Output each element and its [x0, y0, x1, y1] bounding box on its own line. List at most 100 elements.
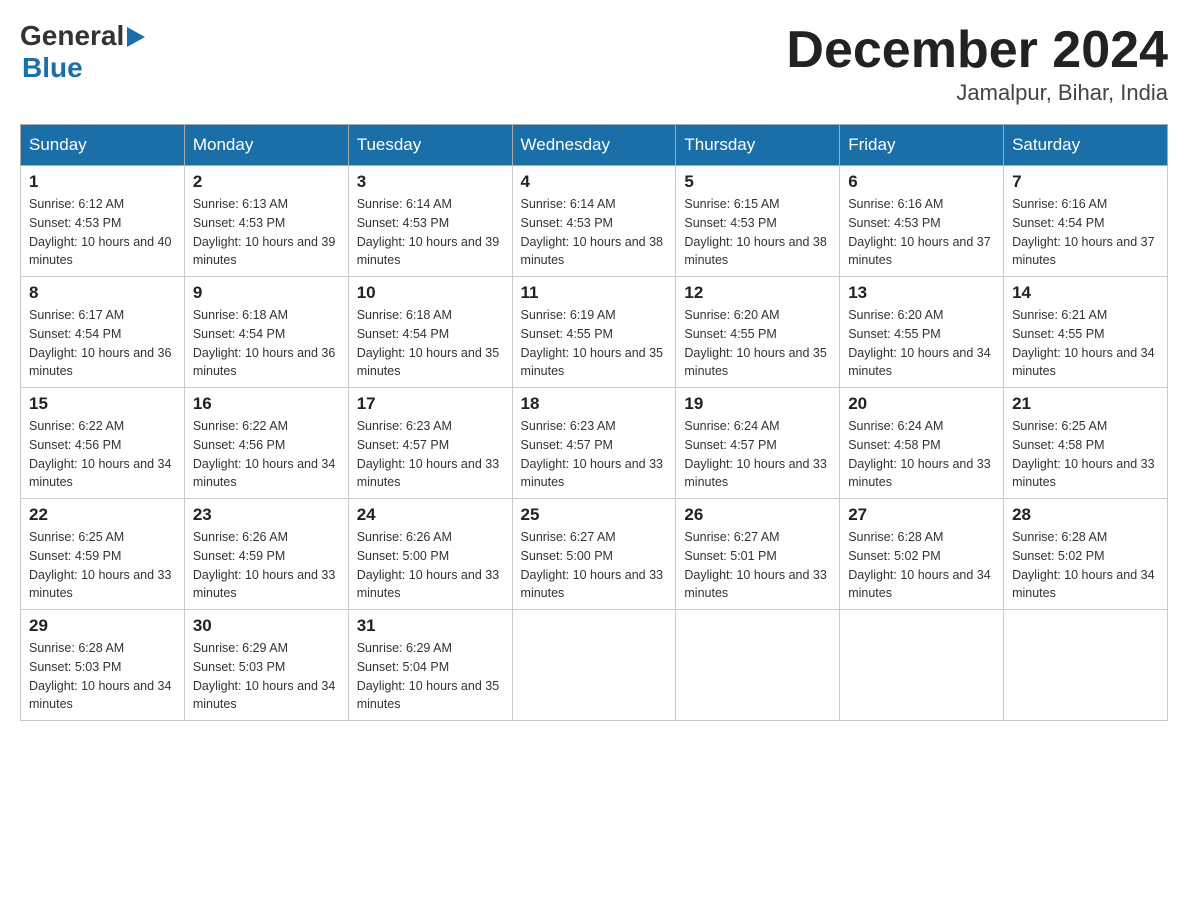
calendar-week-2: 8 Sunrise: 6:17 AM Sunset: 4:54 PM Dayli… — [21, 277, 1168, 388]
col-friday: Friday — [840, 125, 1004, 166]
day-info: Sunrise: 6:29 AM Sunset: 5:03 PM Dayligh… — [193, 639, 340, 714]
day-info: Sunrise: 6:13 AM Sunset: 4:53 PM Dayligh… — [193, 195, 340, 270]
table-row: 3 Sunrise: 6:14 AM Sunset: 4:53 PM Dayli… — [348, 166, 512, 277]
day-number: 20 — [848, 394, 995, 414]
table-row: 7 Sunrise: 6:16 AM Sunset: 4:54 PM Dayli… — [1004, 166, 1168, 277]
day-info: Sunrise: 6:29 AM Sunset: 5:04 PM Dayligh… — [357, 639, 504, 714]
day-info: Sunrise: 6:28 AM Sunset: 5:03 PM Dayligh… — [29, 639, 176, 714]
day-number: 17 — [357, 394, 504, 414]
table-row: 8 Sunrise: 6:17 AM Sunset: 4:54 PM Dayli… — [21, 277, 185, 388]
table-row: 22 Sunrise: 6:25 AM Sunset: 4:59 PM Dayl… — [21, 499, 185, 610]
day-number: 19 — [684, 394, 831, 414]
day-info: Sunrise: 6:27 AM Sunset: 5:00 PM Dayligh… — [521, 528, 668, 603]
table-row: 29 Sunrise: 6:28 AM Sunset: 5:03 PM Dayl… — [21, 610, 185, 721]
table-row: 26 Sunrise: 6:27 AM Sunset: 5:01 PM Dayl… — [676, 499, 840, 610]
table-row: 27 Sunrise: 6:28 AM Sunset: 5:02 PM Dayl… — [840, 499, 1004, 610]
day-info: Sunrise: 6:26 AM Sunset: 4:59 PM Dayligh… — [193, 528, 340, 603]
table-row: 17 Sunrise: 6:23 AM Sunset: 4:57 PM Dayl… — [348, 388, 512, 499]
calendar-week-1: 1 Sunrise: 6:12 AM Sunset: 4:53 PM Dayli… — [21, 166, 1168, 277]
day-info: Sunrise: 6:28 AM Sunset: 5:02 PM Dayligh… — [848, 528, 995, 603]
table-row: 31 Sunrise: 6:29 AM Sunset: 5:04 PM Dayl… — [348, 610, 512, 721]
col-monday: Monday — [184, 125, 348, 166]
day-number: 18 — [521, 394, 668, 414]
calendar-week-5: 29 Sunrise: 6:28 AM Sunset: 5:03 PM Dayl… — [21, 610, 1168, 721]
day-number: 2 — [193, 172, 340, 192]
day-number: 15 — [29, 394, 176, 414]
table-row: 10 Sunrise: 6:18 AM Sunset: 4:54 PM Dayl… — [348, 277, 512, 388]
day-info: Sunrise: 6:24 AM Sunset: 4:57 PM Dayligh… — [684, 417, 831, 492]
day-info: Sunrise: 6:14 AM Sunset: 4:53 PM Dayligh… — [521, 195, 668, 270]
logo-general-text: General — [20, 20, 124, 52]
table-row: 14 Sunrise: 6:21 AM Sunset: 4:55 PM Dayl… — [1004, 277, 1168, 388]
table-row — [1004, 610, 1168, 721]
table-row: 18 Sunrise: 6:23 AM Sunset: 4:57 PM Dayl… — [512, 388, 676, 499]
table-row: 25 Sunrise: 6:27 AM Sunset: 5:00 PM Dayl… — [512, 499, 676, 610]
table-row: 15 Sunrise: 6:22 AM Sunset: 4:56 PM Dayl… — [21, 388, 185, 499]
day-number: 13 — [848, 283, 995, 303]
page-header: General Blue December 2024 Jamalpur, Bih… — [20, 20, 1168, 106]
calendar-week-4: 22 Sunrise: 6:25 AM Sunset: 4:59 PM Dayl… — [21, 499, 1168, 610]
calendar-table: Sunday Monday Tuesday Wednesday Thursday… — [20, 124, 1168, 721]
day-info: Sunrise: 6:18 AM Sunset: 4:54 PM Dayligh… — [193, 306, 340, 381]
title-block: December 2024 Jamalpur, Bihar, India — [786, 20, 1168, 106]
col-wednesday: Wednesday — [512, 125, 676, 166]
day-info: Sunrise: 6:18 AM Sunset: 4:54 PM Dayligh… — [357, 306, 504, 381]
day-info: Sunrise: 6:23 AM Sunset: 4:57 PM Dayligh… — [357, 417, 504, 492]
day-number: 3 — [357, 172, 504, 192]
col-sunday: Sunday — [21, 125, 185, 166]
day-info: Sunrise: 6:16 AM Sunset: 4:54 PM Dayligh… — [1012, 195, 1159, 270]
col-saturday: Saturday — [1004, 125, 1168, 166]
day-number: 10 — [357, 283, 504, 303]
table-row: 2 Sunrise: 6:13 AM Sunset: 4:53 PM Dayli… — [184, 166, 348, 277]
day-info: Sunrise: 6:25 AM Sunset: 4:59 PM Dayligh… — [29, 528, 176, 603]
table-row: 9 Sunrise: 6:18 AM Sunset: 4:54 PM Dayli… — [184, 277, 348, 388]
calendar-header-row: Sunday Monday Tuesday Wednesday Thursday… — [21, 125, 1168, 166]
day-info: Sunrise: 6:28 AM Sunset: 5:02 PM Dayligh… — [1012, 528, 1159, 603]
day-info: Sunrise: 6:22 AM Sunset: 4:56 PM Dayligh… — [193, 417, 340, 492]
day-info: Sunrise: 6:21 AM Sunset: 4:55 PM Dayligh… — [1012, 306, 1159, 381]
day-info: Sunrise: 6:19 AM Sunset: 4:55 PM Dayligh… — [521, 306, 668, 381]
day-number: 21 — [1012, 394, 1159, 414]
day-number: 22 — [29, 505, 176, 525]
day-info: Sunrise: 6:17 AM Sunset: 4:54 PM Dayligh… — [29, 306, 176, 381]
col-thursday: Thursday — [676, 125, 840, 166]
day-info: Sunrise: 6:26 AM Sunset: 5:00 PM Dayligh… — [357, 528, 504, 603]
day-info: Sunrise: 6:12 AM Sunset: 4:53 PM Dayligh… — [29, 195, 176, 270]
day-info: Sunrise: 6:20 AM Sunset: 4:55 PM Dayligh… — [848, 306, 995, 381]
day-number: 30 — [193, 616, 340, 636]
table-row: 23 Sunrise: 6:26 AM Sunset: 4:59 PM Dayl… — [184, 499, 348, 610]
table-row: 21 Sunrise: 6:25 AM Sunset: 4:58 PM Dayl… — [1004, 388, 1168, 499]
day-info: Sunrise: 6:20 AM Sunset: 4:55 PM Dayligh… — [684, 306, 831, 381]
logo: General Blue — [20, 20, 145, 84]
logo-blue-text: Blue — [22, 52, 83, 84]
table-row — [840, 610, 1004, 721]
calendar-subtitle: Jamalpur, Bihar, India — [786, 80, 1168, 106]
day-number: 4 — [521, 172, 668, 192]
day-number: 27 — [848, 505, 995, 525]
table-row: 19 Sunrise: 6:24 AM Sunset: 4:57 PM Dayl… — [676, 388, 840, 499]
day-number: 1 — [29, 172, 176, 192]
day-number: 25 — [521, 505, 668, 525]
table-row: 13 Sunrise: 6:20 AM Sunset: 4:55 PM Dayl… — [840, 277, 1004, 388]
day-number: 12 — [684, 283, 831, 303]
day-info: Sunrise: 6:16 AM Sunset: 4:53 PM Dayligh… — [848, 195, 995, 270]
day-number: 6 — [848, 172, 995, 192]
day-info: Sunrise: 6:27 AM Sunset: 5:01 PM Dayligh… — [684, 528, 831, 603]
table-row: 11 Sunrise: 6:19 AM Sunset: 4:55 PM Dayl… — [512, 277, 676, 388]
day-info: Sunrise: 6:22 AM Sunset: 4:56 PM Dayligh… — [29, 417, 176, 492]
logo-arrow-icon — [127, 27, 145, 47]
day-number: 24 — [357, 505, 504, 525]
day-number: 26 — [684, 505, 831, 525]
day-number: 14 — [1012, 283, 1159, 303]
table-row: 20 Sunrise: 6:24 AM Sunset: 4:58 PM Dayl… — [840, 388, 1004, 499]
calendar-title: December 2024 — [786, 20, 1168, 80]
day-number: 16 — [193, 394, 340, 414]
table-row — [676, 610, 840, 721]
table-row: 16 Sunrise: 6:22 AM Sunset: 4:56 PM Dayl… — [184, 388, 348, 499]
table-row: 24 Sunrise: 6:26 AM Sunset: 5:00 PM Dayl… — [348, 499, 512, 610]
day-number: 9 — [193, 283, 340, 303]
day-number: 31 — [357, 616, 504, 636]
table-row: 1 Sunrise: 6:12 AM Sunset: 4:53 PM Dayli… — [21, 166, 185, 277]
day-info: Sunrise: 6:15 AM Sunset: 4:53 PM Dayligh… — [684, 195, 831, 270]
day-number: 7 — [1012, 172, 1159, 192]
